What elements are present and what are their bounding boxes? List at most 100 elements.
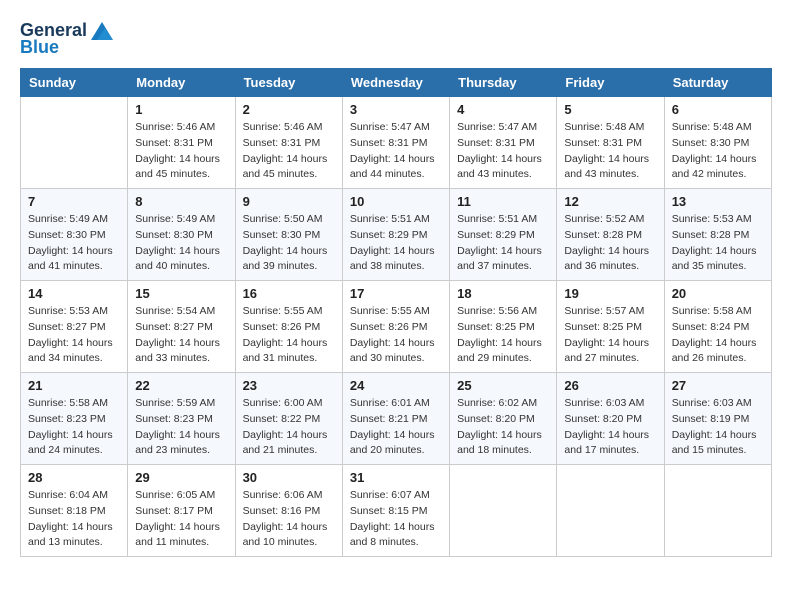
day-number: 8 <box>135 194 227 209</box>
calendar-cell: 25Sunrise: 6:02 AMSunset: 8:20 PMDayligh… <box>450 373 557 465</box>
day-number: 16 <box>243 286 335 301</box>
calendar-cell: 31Sunrise: 6:07 AMSunset: 8:15 PMDayligh… <box>342 465 449 557</box>
calendar-cell: 27 Sunrise: 6:03 AMSunset: 8:19 PMDayligh… <box>664 373 771 465</box>
day-info: Sunrise: 6:05 AMSunset: 8:17 PMDaylight:… <box>135 488 227 551</box>
day-info: Sunrise: 5:55 AMSunset: 8:26 PMDaylight:… <box>243 304 335 367</box>
day-info: Sunrise: 5:58 AMSunset: 8:24 PMDaylight:… <box>672 304 764 367</box>
day-info: Sunrise: 5:53 AMSunset: 8:27 PMDaylight:… <box>28 304 120 367</box>
logo: General Blue <box>20 20 113 58</box>
day-info: Sunrise: 5:53 AMSunset: 8:28 PMDaylight:… <box>672 212 764 275</box>
day-number: 7 <box>28 194 120 209</box>
day-info: Sunrise: 5:59 AMSunset: 8:23 PMDaylight:… <box>135 396 227 459</box>
calendar-cell: 7 Sunrise: 5:49 AMSunset: 8:30 PMDaylight… <box>21 189 128 281</box>
week-row-3: 14 Sunrise: 5:53 AMSunset: 8:27 PMDayligh… <box>21 281 772 373</box>
logo-blue-text: Blue <box>20 37 59 58</box>
weekday-header-row: SundayMondayTuesdayWednesdayThursdayFrid… <box>21 69 772 97</box>
day-info: Sunrise: 6:03 AMSunset: 8:19 PMDaylight:… <box>672 396 764 459</box>
calendar-cell: 26Sunrise: 6:03 AMSunset: 8:20 PMDayligh… <box>557 373 664 465</box>
calendar-cell: 22 Sunrise: 5:59 AMSunset: 8:23 PMDayligh… <box>128 373 235 465</box>
day-number: 30 <box>243 470 335 485</box>
logo-icon <box>91 22 113 40</box>
day-number: 9 <box>243 194 335 209</box>
calendar-cell: 1 Sunrise: 5:46 AMSunset: 8:31 PMDaylight… <box>128 97 235 189</box>
weekday-header-thursday: Thursday <box>450 69 557 97</box>
week-row-4: 21Sunrise: 5:58 AMSunset: 8:23 PMDayligh… <box>21 373 772 465</box>
weekday-header-friday: Friday <box>557 69 664 97</box>
day-number: 29 <box>135 470 227 485</box>
calendar-cell: 18 Sunrise: 5:56 AMSunset: 8:25 PMDayligh… <box>450 281 557 373</box>
week-row-5: 28 Sunrise: 6:04 AMSunset: 8:18 PMDayligh… <box>21 465 772 557</box>
day-info: Sunrise: 5:46 AMSunset: 8:31 PMDaylight:… <box>243 120 335 183</box>
calendar-cell: 28 Sunrise: 6:04 AMSunset: 8:18 PMDayligh… <box>21 465 128 557</box>
day-info: Sunrise: 5:47 AMSunset: 8:31 PMDaylight:… <box>350 120 442 183</box>
calendar-cell: 17Sunrise: 5:55 AMSunset: 8:26 PMDayligh… <box>342 281 449 373</box>
calendar-cell: 15Sunrise: 5:54 AMSunset: 8:27 PMDayligh… <box>128 281 235 373</box>
day-info: Sunrise: 5:48 AMSunset: 8:31 PMDaylight:… <box>564 120 656 183</box>
weekday-header-sunday: Sunday <box>21 69 128 97</box>
day-number: 2 <box>243 102 335 117</box>
calendar-cell: 6Sunrise: 5:48 AMSunset: 8:30 PMDaylight… <box>664 97 771 189</box>
day-info: Sunrise: 5:46 AMSunset: 8:31 PMDaylight:… <box>135 120 227 183</box>
day-number: 1 <box>135 102 227 117</box>
day-number: 10 <box>350 194 442 209</box>
day-number: 14 <box>28 286 120 301</box>
calendar-cell: 14 Sunrise: 5:53 AMSunset: 8:27 PMDayligh… <box>21 281 128 373</box>
day-info: Sunrise: 6:07 AMSunset: 8:15 PMDaylight:… <box>350 488 442 551</box>
day-info: Sunrise: 5:49 AMSunset: 8:30 PMDaylight:… <box>28 212 120 275</box>
calendar-cell: 9 Sunrise: 5:50 AMSunset: 8:30 PMDaylight… <box>235 189 342 281</box>
week-row-2: 7 Sunrise: 5:49 AMSunset: 8:30 PMDaylight… <box>21 189 772 281</box>
day-number: 20 <box>672 286 764 301</box>
day-number: 15 <box>135 286 227 301</box>
day-info: Sunrise: 6:02 AMSunset: 8:20 PMDaylight:… <box>457 396 549 459</box>
day-info: Sunrise: 6:01 AMSunset: 8:21 PMDaylight:… <box>350 396 442 459</box>
day-number: 6 <box>672 102 764 117</box>
calendar-cell: 10 Sunrise: 5:51 AMSunset: 8:29 PMDayligh… <box>342 189 449 281</box>
day-number: 22 <box>135 378 227 393</box>
calendar-cell <box>450 465 557 557</box>
calendar-table: SundayMondayTuesdayWednesdayThursdayFrid… <box>20 68 772 557</box>
calendar-cell: 13 Sunrise: 5:53 AMSunset: 8:28 PMDayligh… <box>664 189 771 281</box>
weekday-header-tuesday: Tuesday <box>235 69 342 97</box>
day-number: 18 <box>457 286 549 301</box>
day-number: 28 <box>28 470 120 485</box>
weekday-header-saturday: Saturday <box>664 69 771 97</box>
day-number: 24 <box>350 378 442 393</box>
day-info: Sunrise: 6:04 AMSunset: 8:18 PMDaylight:… <box>28 488 120 551</box>
day-number: 26 <box>564 378 656 393</box>
day-number: 4 <box>457 102 549 117</box>
calendar-cell: 19 Sunrise: 5:57 AMSunset: 8:25 PMDayligh… <box>557 281 664 373</box>
day-info: Sunrise: 6:06 AMSunset: 8:16 PMDaylight:… <box>243 488 335 551</box>
day-info: Sunrise: 5:52 AMSunset: 8:28 PMDaylight:… <box>564 212 656 275</box>
day-number: 5 <box>564 102 656 117</box>
weekday-header-wednesday: Wednesday <box>342 69 449 97</box>
day-info: Sunrise: 6:00 AMSunset: 8:22 PMDaylight:… <box>243 396 335 459</box>
day-number: 17 <box>350 286 442 301</box>
day-number: 3 <box>350 102 442 117</box>
day-info: Sunrise: 5:57 AMSunset: 8:25 PMDaylight:… <box>564 304 656 367</box>
day-number: 27 <box>672 378 764 393</box>
calendar-cell <box>557 465 664 557</box>
day-info: Sunrise: 5:51 AMSunset: 8:29 PMDaylight:… <box>350 212 442 275</box>
day-number: 11 <box>457 194 549 209</box>
day-info: Sunrise: 5:51 AMSunset: 8:29 PMDaylight:… <box>457 212 549 275</box>
calendar-cell <box>21 97 128 189</box>
calendar-cell: 5 Sunrise: 5:48 AMSunset: 8:31 PMDaylight… <box>557 97 664 189</box>
calendar-cell: 4 Sunrise: 5:47 AMSunset: 8:31 PMDaylight… <box>450 97 557 189</box>
calendar-cell: 12Sunrise: 5:52 AMSunset: 8:28 PMDayligh… <box>557 189 664 281</box>
calendar-cell: 24 Sunrise: 6:01 AMSunset: 8:21 PMDayligh… <box>342 373 449 465</box>
calendar-cell: 8 Sunrise: 5:49 AMSunset: 8:30 PMDaylight… <box>128 189 235 281</box>
day-info: Sunrise: 5:49 AMSunset: 8:30 PMDaylight:… <box>135 212 227 275</box>
calendar-cell: 23 Sunrise: 6:00 AMSunset: 8:22 PMDayligh… <box>235 373 342 465</box>
day-info: Sunrise: 5:47 AMSunset: 8:31 PMDaylight:… <box>457 120 549 183</box>
day-number: 23 <box>243 378 335 393</box>
week-row-1: 1 Sunrise: 5:46 AMSunset: 8:31 PMDaylight… <box>21 97 772 189</box>
calendar-cell <box>664 465 771 557</box>
day-number: 21 <box>28 378 120 393</box>
day-number: 13 <box>672 194 764 209</box>
calendar-cell: 16 Sunrise: 5:55 AMSunset: 8:26 PMDayligh… <box>235 281 342 373</box>
day-number: 19 <box>564 286 656 301</box>
day-info: Sunrise: 5:56 AMSunset: 8:25 PMDaylight:… <box>457 304 549 367</box>
day-info: Sunrise: 5:50 AMSunset: 8:30 PMDaylight:… <box>243 212 335 275</box>
weekday-header-monday: Monday <box>128 69 235 97</box>
calendar-cell: 30 Sunrise: 6:06 AMSunset: 8:16 PMDayligh… <box>235 465 342 557</box>
